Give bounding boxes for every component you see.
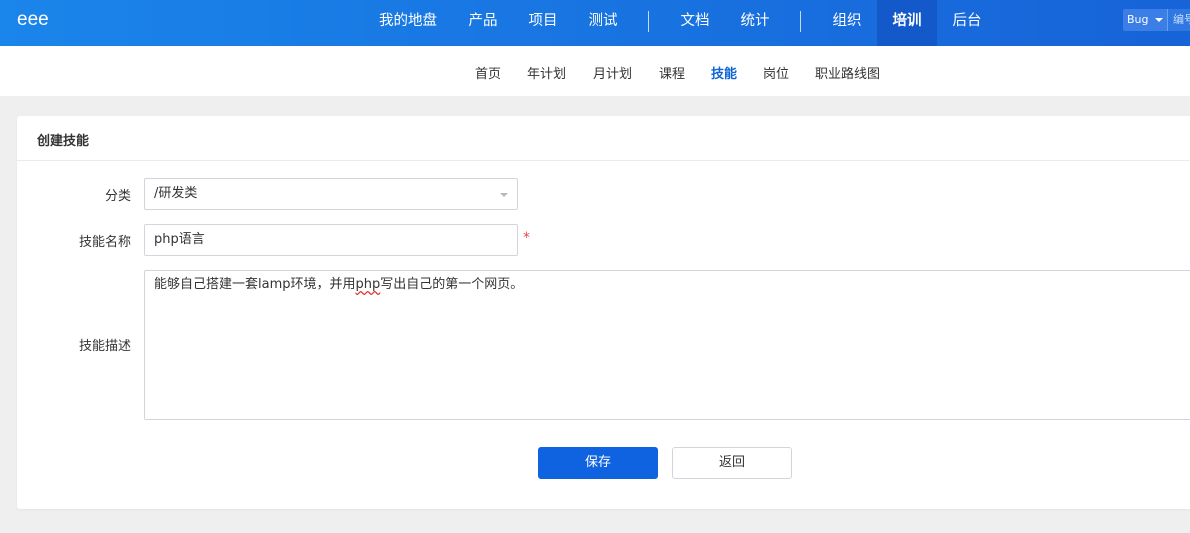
skill-desc-textarea[interactable]: 能够自己搭建一套lamp环境，并用php写出自己的第一个网页。 <box>144 270 1190 420</box>
create-skill-panel: 创建技能 分类 /研发类 技能名称 php语言 * 技能描述 能够自己搭建一套l… <box>17 116 1190 509</box>
top-header: eee 我的地盘 产品 项目 测试 文档 统计 组织 培训 后台 Bug 编号 <box>0 0 1190 46</box>
search-input[interactable]: 编号 <box>1167 9 1190 31</box>
category-value: /研发类 <box>154 186 198 201</box>
back-button[interactable]: 返回 <box>672 447 792 479</box>
category-select[interactable]: /研发类 <box>144 178 518 210</box>
desc-text-after: 写出自己的第一个网页。 <box>380 277 524 292</box>
nav-item-admin[interactable]: 后台 <box>941 0 993 46</box>
panel-title: 创建技能 <box>37 134 90 149</box>
nav-item-my[interactable]: 我的地盘 <box>367 0 449 46</box>
required-mark: * <box>523 230 530 246</box>
desc-text-before: 能够自己搭建一套lamp环境，并用 <box>154 277 356 292</box>
sub-nav: 首页 年计划 月计划 课程 技能 岗位 职业路线图 <box>0 46 1190 96</box>
search-type-select[interactable]: Bug <box>1123 9 1167 31</box>
subnav-item-skill[interactable]: 技能 <box>711 63 737 82</box>
category-label: 分类 <box>104 189 131 204</box>
subnav-item-year-plan[interactable]: 年计划 <box>527 63 566 82</box>
subnav-item-post[interactable]: 岗位 <box>763 63 789 82</box>
nav-item-report[interactable]: 统计 <box>729 0 781 46</box>
nav-item-project[interactable]: 项目 <box>517 0 569 46</box>
caret-down-icon <box>1155 18 1163 22</box>
nav-item-org[interactable]: 组织 <box>821 0 873 46</box>
subnav-item-career-map[interactable]: 职业路线图 <box>815 63 880 82</box>
nav-item-doc[interactable]: 文档 <box>669 0 721 46</box>
subnav-item-month-plan[interactable]: 月计划 <box>593 63 632 82</box>
skill-name-label: 技能名称 <box>78 235 131 250</box>
nav-separator <box>648 11 649 32</box>
nav-separator <box>800 11 801 32</box>
subnav-item-course[interactable]: 课程 <box>659 63 685 82</box>
skill-desc-label: 技能描述 <box>78 339 131 354</box>
nav-item-product[interactable]: 产品 <box>457 0 509 46</box>
app-logo[interactable]: eee <box>17 9 49 31</box>
subnav-item-home[interactable]: 首页 <box>475 63 501 82</box>
global-search: Bug 编号 <box>1123 9 1190 31</box>
skill-name-input[interactable]: php语言 <box>144 224 518 256</box>
desc-text-spellcheck: php <box>355 277 381 292</box>
nav-item-training[interactable]: 培训 <box>877 0 937 46</box>
save-button[interactable]: 保存 <box>538 447 658 479</box>
nav-item-qa[interactable]: 测试 <box>577 0 629 46</box>
search-type-label: Bug <box>1127 13 1149 26</box>
panel-divider <box>17 160 1190 161</box>
chevron-down-icon <box>500 193 508 197</box>
